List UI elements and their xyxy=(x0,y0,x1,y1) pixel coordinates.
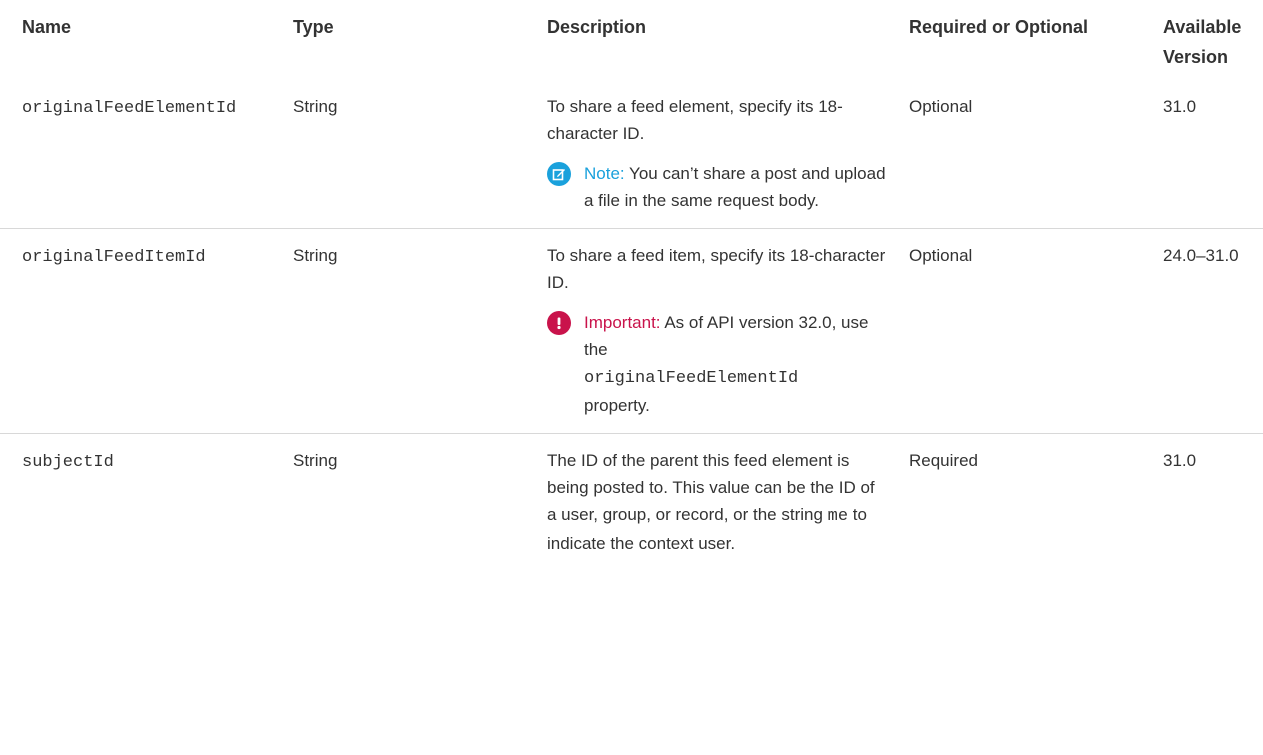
header-version: Available Version xyxy=(1163,0,1263,80)
important-exclamation-icon xyxy=(547,311,571,335)
parameters-table: Name Type Description Required or Option… xyxy=(0,0,1263,571)
table-row: subjectId String The ID of the parent th… xyxy=(0,433,1263,572)
param-name: subjectId xyxy=(22,453,114,472)
note-edit-icon xyxy=(547,162,571,186)
header-type: Type xyxy=(293,17,334,37)
param-description-cell: To share a feed element, specify its 18-… xyxy=(547,80,909,229)
note-callout: Note: You can’t share a post and upload … xyxy=(547,160,909,214)
note-body: Note: You can’t share a post and upload … xyxy=(584,160,891,214)
important-body: Important: As of API version 32.0, use t… xyxy=(584,309,891,419)
header-version-line2: Version xyxy=(1163,47,1229,67)
table-body: originalFeedElementId String To share a … xyxy=(0,80,1263,571)
desc-code: me xyxy=(827,507,849,526)
header-row: Name Type Description Required or Option… xyxy=(0,0,1263,80)
header-name: Name xyxy=(22,17,72,37)
important-callout: Important: As of API version 32.0, use t… xyxy=(547,309,909,419)
param-type: String xyxy=(293,451,338,470)
header-version-line1: Available xyxy=(1163,17,1242,37)
desc-text-before: The ID of the parent this feed element i… xyxy=(547,451,875,524)
param-name-cell: originalFeedElementId xyxy=(0,80,293,229)
note-text: You can’t share a post and upload a file… xyxy=(584,164,886,210)
param-version: 31.0 xyxy=(1163,451,1197,470)
table-row: originalFeedItemId String To share a fee… xyxy=(0,228,1263,434)
param-type: String xyxy=(293,97,338,116)
important-text-after: property. xyxy=(584,396,650,415)
header-required: Required or Optional xyxy=(909,17,1089,37)
param-required: Optional xyxy=(909,97,973,116)
param-version: 24.0–31.0 xyxy=(1163,246,1239,265)
param-name-cell: originalFeedItemId xyxy=(0,229,293,434)
important-label: Important: xyxy=(584,313,661,332)
param-version: 31.0 xyxy=(1163,97,1197,116)
param-name: originalFeedElementId xyxy=(22,99,237,118)
param-description: To share a feed element, specify its 18-… xyxy=(547,97,843,143)
param-name: originalFeedItemId xyxy=(22,248,206,267)
important-code: originalFeedElementId xyxy=(584,369,799,388)
table-header: Name Type Description Required or Option… xyxy=(0,0,1263,80)
param-description-cell: To share a feed item, specify its 18-cha… xyxy=(547,229,909,434)
param-description: The ID of the parent this feed element i… xyxy=(547,447,909,557)
param-name-cell: subjectId xyxy=(0,434,293,572)
param-required: Required xyxy=(909,451,978,470)
header-description: Description xyxy=(547,17,647,37)
table-row: originalFeedElementId String To share a … xyxy=(0,80,1263,229)
param-description-cell: The ID of the parent this feed element i… xyxy=(547,434,909,572)
param-required: Optional xyxy=(909,246,973,265)
note-label: Note: xyxy=(584,164,625,183)
param-type: String xyxy=(293,246,338,265)
param-description: To share a feed item, specify its 18-cha… xyxy=(547,246,886,292)
